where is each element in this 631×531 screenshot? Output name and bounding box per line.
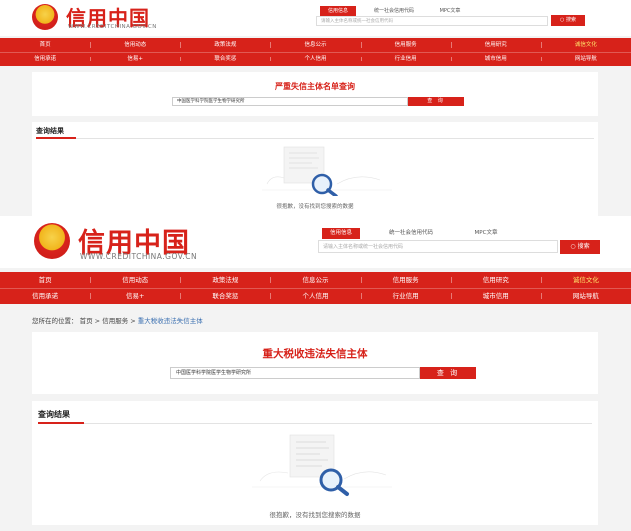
site-search-button[interactable]: ○ 搜索	[560, 240, 600, 254]
nav-joint-rewards[interactable]: 联合奖惩	[180, 53, 270, 65]
main-nav-row-1: 首页 信用动态 政策法规 信息公示 信用服务 信用研究 诚信文化	[0, 38, 631, 52]
results-title: 查询结果	[38, 410, 70, 419]
breadcrumb-credit-service[interactable]: 信用服务	[102, 317, 128, 325]
tab-mpc-article[interactable]: MPC文章	[430, 6, 470, 16]
results-title: 查询结果	[36, 127, 64, 135]
nav-credit-news[interactable]: 信用动态	[90, 38, 180, 52]
nav-disclosure[interactable]: 信息公示	[270, 38, 360, 52]
search-icon: ○	[570, 243, 578, 250]
query-panel: 重大税收违法失信主体 中国医学科学院医学生物学研究所 查 询	[32, 332, 598, 394]
results-divider	[38, 423, 592, 424]
site-search-input[interactable]: 请输入主体名称或统一社会信用代码	[321, 17, 521, 26]
nav-integrity-culture[interactable]: 诚信文化	[540, 272, 631, 288]
nav-joint-rewards[interactable]: 联合奖惩	[180, 289, 270, 303]
breadcrumb-separator: >	[130, 317, 136, 325]
no-data-magnifier-icon	[252, 434, 392, 496]
nav-policy[interactable]: 政策法规	[180, 38, 270, 52]
no-data-magnifier-icon	[262, 146, 392, 196]
nav-disclosure[interactable]: 信息公示	[270, 272, 360, 288]
main-nav-row-2: 信用承诺 信易+ 联合奖惩 个人信用 行业信用 城市信用 网站导航	[0, 52, 631, 65]
nav-site-map[interactable]: 网站导航	[540, 53, 631, 65]
nav-home[interactable]: 首页	[0, 38, 90, 52]
main-nav: 首页 信用动态 政策法规 信息公示 信用服务 信用研究 诚信文化 信用承诺 信易…	[0, 38, 631, 66]
nav-credit-service[interactable]: 信用服务	[360, 272, 451, 288]
query-title: 重大税收违法失信主体	[262, 348, 368, 360]
search-tabs: 信用信息 统一社会信用代码 MPC文章	[320, 6, 470, 16]
nav-credit-service[interactable]: 信用服务	[360, 38, 451, 52]
tab-credit-code[interactable]: 统一社会信用代码	[376, 228, 446, 239]
nav-personal-credit[interactable]: 个人信用	[270, 53, 360, 65]
results-title-underline	[38, 422, 84, 424]
nav-personal-credit[interactable]: 个人信用	[270, 289, 360, 303]
site-search-box[interactable]: 请输入主体名称或统一社会信用代码	[318, 240, 558, 253]
main-nav: 首页 信用动态 政策法规 信息公示 信用服务 信用研究 诚信文化 信用承诺 信易…	[0, 272, 631, 304]
nav-industry-credit[interactable]: 行业信用	[360, 289, 451, 303]
tab-credit-info[interactable]: 信用信息	[320, 6, 356, 16]
breadcrumb-home[interactable]: 首页	[80, 317, 93, 325]
nav-xinyi[interactable]: 信易+	[90, 289, 180, 303]
empty-message: 很抱歉，没有找到您搜索的数据	[269, 511, 361, 519]
empty-message: 很抱歉，没有找到您搜索的数据	[276, 204, 354, 210]
results-panel: 查询结果 很抱歉，没有找到您搜索的数据	[32, 401, 598, 525]
national-emblem-icon	[34, 223, 70, 259]
nav-site-map[interactable]: 网站导航	[540, 289, 631, 303]
query-button[interactable]: 查 询	[420, 367, 476, 379]
tab-credit-code[interactable]: 统一社会信用代码	[364, 6, 424, 16]
screenshot-top: 信用中国 WWW.CREDITCHINA.GOV.CN 信用信息 统一社会信用代…	[0, 0, 631, 216]
nav-credit-commitment[interactable]: 信用承诺	[0, 289, 90, 303]
site-search-button-label: 搜索	[565, 17, 576, 23]
site-search-button-label: 搜索	[577, 243, 590, 250]
query-title: 严重失信主体名单查询	[275, 82, 355, 91]
query-input[interactable]: 中国医学科学院医学生物学研究所	[170, 367, 420, 379]
site-url: WWW.CREDITCHINA.GOV.CN	[68, 24, 157, 30]
breadcrumb-separator: >	[94, 317, 101, 325]
national-emblem-icon	[32, 4, 58, 30]
breadcrumb-current: 重大税收违法失信主体	[137, 317, 203, 325]
breadcrumb-prefix: 您所在的位置：	[32, 317, 78, 325]
nav-industry-credit[interactable]: 行业信用	[360, 53, 451, 65]
main-nav-row-1: 首页 信用动态 政策法规 信息公示 信用服务 信用研究 诚信文化	[0, 272, 631, 288]
screenshot-bottom: 信用中国 WWW.CREDITCHINA.GOV.CN 信用信息 统一社会信用代…	[0, 220, 631, 531]
site-search-input[interactable]: 请输入主体名称或统一社会信用代码	[323, 241, 543, 253]
site-url: WWW.CREDITCHINA.GOV.CN	[80, 252, 198, 261]
nav-credit-commitment[interactable]: 信用承诺	[0, 53, 90, 65]
header: 信用中国 WWW.CREDITCHINA.GOV.CN 信用信息 统一社会信用代…	[0, 220, 631, 268]
results-divider	[36, 138, 594, 139]
results-panel: 查询结果 很抱歉，没有找到您搜索的数据	[32, 122, 598, 216]
site-search-box[interactable]: 请输入主体名称或统一社会信用代码	[316, 16, 548, 26]
query-input[interactable]: 中国医学科学院医学生物学研究所	[172, 97, 408, 106]
nav-integrity-culture[interactable]: 诚信文化	[540, 38, 631, 52]
breadcrumb: 您所在的位置： 首页 > 信用服务 > 重大税收违法失信主体	[32, 315, 203, 325]
tab-credit-info[interactable]: 信用信息	[322, 228, 360, 239]
nav-xinyi[interactable]: 信易+	[90, 53, 180, 65]
query-button[interactable]: 查 询	[408, 97, 464, 106]
results-title-underline	[36, 137, 76, 139]
site-search-button[interactable]: ○ 搜索	[551, 15, 585, 26]
search-tabs: 信用信息 统一社会信用代码 MPC文章	[322, 228, 506, 239]
main-nav-row-2: 信用承诺 信易+ 联合奖惩 个人信用 行业信用 城市信用 网站导航	[0, 288, 631, 303]
nav-credit-research[interactable]: 信用研究	[450, 272, 541, 288]
query-panel: 严重失信主体名单查询 中国医学科学院医学生物学研究所 查 询	[32, 72, 598, 116]
nav-city-credit[interactable]: 城市信用	[450, 289, 541, 303]
nav-credit-research[interactable]: 信用研究	[450, 38, 541, 52]
nav-policy[interactable]: 政策法规	[180, 272, 270, 288]
nav-home[interactable]: 首页	[0, 272, 90, 288]
nav-city-credit[interactable]: 城市信用	[450, 53, 541, 65]
header: 信用中国 WWW.CREDITCHINA.GOV.CN 信用信息 统一社会信用代…	[0, 0, 631, 36]
tab-mpc-article[interactable]: MPC文章	[466, 228, 506, 239]
nav-credit-news[interactable]: 信用动态	[90, 272, 180, 288]
